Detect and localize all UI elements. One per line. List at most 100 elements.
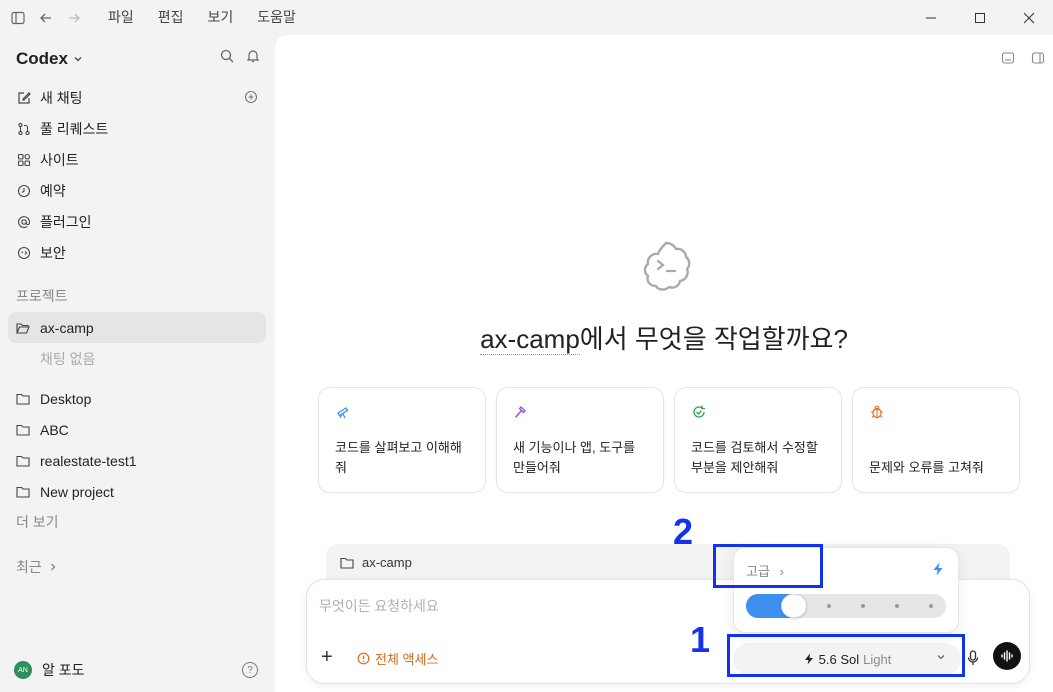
project-item[interactable]: ABC <box>8 414 266 445</box>
back-arrow-icon[interactable] <box>32 4 60 32</box>
shield-icon <box>16 245 32 261</box>
suggestion-card-review[interactable]: 코드를 검토해서 수정할 부분을 제안해줘 <box>674 387 842 493</box>
project-item[interactable]: realestate-test1 <box>8 445 266 476</box>
side-panel-icon[interactable] <box>1031 51 1045 65</box>
folder-icon <box>16 422 32 438</box>
prompt-input[interactable]: 무엇이든 요청하세요 <box>319 596 439 616</box>
sidebar-item-pull-requests[interactable]: 풀 리퀘스트 <box>8 113 266 144</box>
workspace-switcher[interactable]: Codex <box>16 49 84 69</box>
context-project[interactable]: ax-camp <box>340 555 412 570</box>
slider-step <box>861 604 865 608</box>
suggestion-card-build[interactable]: 새 기능이나 앱, 도구를 만들어줘 <box>496 387 664 493</box>
hero-title-text: 에서 무엇을 작업할까요? <box>579 324 848 354</box>
project-list: ax-camp 채팅 없음 <box>8 312 266 374</box>
access-level-button[interactable]: 전체 액세스 <box>357 649 438 668</box>
project-label: realestate-test1 <box>40 452 137 469</box>
grid-icon <box>16 152 32 168</box>
bell-icon[interactable] <box>246 49 260 63</box>
sidebar-item-label: 사이트 <box>40 151 79 168</box>
pull-request-icon <box>16 121 32 137</box>
folder-icon <box>340 557 354 569</box>
telescope-icon <box>337 407 349 419</box>
codex-logo-icon <box>641 239 691 298</box>
main-panel: ax-camp에서 무엇을 작업할까요? 코드를 살펴보고 이해해줘 새 기능이… <box>275 35 1053 692</box>
main-tools <box>1001 51 1045 65</box>
sidebar-item-security[interactable]: 보안 <box>8 237 266 268</box>
menu-edit[interactable]: 편집 <box>146 0 196 35</box>
folder-icon <box>16 484 32 500</box>
brand-name: Codex <box>16 49 68 68</box>
sidebar-item-label: 보안 <box>40 244 66 261</box>
sidebar-item-label: 새 채팅 <box>40 89 83 106</box>
hero-project-name[interactable]: ax-camp <box>480 324 580 355</box>
suggestion-card-fix[interactable]: 문제와 오류를 고쳐줘 <box>852 387 1020 493</box>
sidebar-toggle-icon[interactable] <box>4 4 32 32</box>
page-title: ax-camp에서 무엇을 작업할까요? <box>275 319 1053 356</box>
sidebar-item-schedule[interactable]: 예약 <box>8 175 266 206</box>
menu-help[interactable]: 도움말 <box>245 0 308 35</box>
voice-mode-button[interactable] <box>993 642 1021 670</box>
chevron-right-icon <box>50 563 56 571</box>
project-label: ax-camp <box>40 319 94 336</box>
slider-step <box>895 604 899 608</box>
annotation-number-2: 2 <box>673 511 694 552</box>
projects-label: 프로젝트 <box>16 288 68 304</box>
project-item[interactable]: Desktop <box>8 383 266 414</box>
sidebar-tools <box>220 49 260 63</box>
help-icon[interactable]: ? <box>242 662 258 678</box>
sidebar-item-plugins[interactable]: 플러그인 <box>8 206 266 237</box>
menu-view[interactable]: 보기 <box>196 0 246 35</box>
terminal-panel-icon[interactable] <box>1001 51 1015 65</box>
recent-label: 최근 <box>16 559 42 575</box>
sidebar-nav: 새 채팅 풀 리퀘스트 사이트 예약 플러그인 보안 <box>8 82 266 268</box>
annotation-number-1: 1 <box>690 619 711 660</box>
user-profile[interactable]: AN 알 포도 <box>14 660 85 680</box>
slider-thumb[interactable] <box>781 594 807 618</box>
waveform-icon <box>1001 650 1013 662</box>
menu-bar: 파일 편집 보기 도움말 <box>96 0 308 35</box>
show-more-link[interactable]: 더 보기 <box>16 512 59 532</box>
close-icon[interactable] <box>1004 0 1053 35</box>
title-bar: 파일 편집 보기 도움말 <box>0 0 1053 35</box>
hammer-icon <box>515 406 526 418</box>
project-item-active[interactable]: ax-camp <box>8 312 266 343</box>
project-item[interactable]: New project <box>8 476 266 507</box>
forward-arrow-icon[interactable] <box>60 4 88 32</box>
slider-step <box>827 604 831 608</box>
sidebar-item-label: 예약 <box>40 182 66 199</box>
context-project-label: ax-camp <box>362 555 412 570</box>
maximize-icon[interactable] <box>955 0 1004 35</box>
add-attachment-button[interactable]: + <box>321 646 333 669</box>
annotation-box-advanced <box>713 544 823 588</box>
slider-step <box>929 604 933 608</box>
sidebar: Codex 새 채팅 풀 리퀘스트 사이트 예약 플러그인 보안 프로젝트 ax… <box>0 35 274 692</box>
search-icon[interactable] <box>220 49 234 63</box>
warning-circle-icon <box>357 652 370 665</box>
project-label: Desktop <box>40 390 92 407</box>
clock-icon <box>16 183 32 199</box>
card-text: 코드를 검토해서 수정할 부분을 제안해줘 <box>691 440 818 475</box>
folder-icon <box>16 453 32 469</box>
project-label: ABC <box>40 421 69 438</box>
bolt-icon <box>933 562 943 576</box>
sidebar-item-label: 풀 리퀘스트 <box>40 120 109 137</box>
add-circle-icon[interactable] <box>244 90 258 107</box>
sidebar-item-new-chat[interactable]: 새 채팅 <box>8 82 266 113</box>
project-label: New project <box>40 483 114 500</box>
edit-icon <box>16 90 32 106</box>
annotation-box-model <box>727 634 965 677</box>
suggestion-cards: 코드를 살펴보고 이해해줘 새 기능이나 앱, 도구를 만들어줘 코드를 검토해… <box>318 387 1020 493</box>
access-level-label: 전체 액세스 <box>375 652 439 667</box>
other-projects: Desktop ABC realestate-test1 New project <box>8 383 266 507</box>
card-text: 코드를 살펴보고 이해해줘 <box>335 440 462 475</box>
bug-icon <box>871 405 883 419</box>
empty-chats-text: 채팅 없음 <box>40 350 96 367</box>
microphone-icon[interactable] <box>967 650 979 671</box>
recent-section[interactable]: 최근 <box>16 557 58 577</box>
sidebar-item-label: 플러그인 <box>40 213 92 230</box>
reasoning-slider[interactable] <box>746 594 946 618</box>
sidebar-item-sites[interactable]: 사이트 <box>8 144 266 175</box>
minimize-icon[interactable] <box>906 0 955 35</box>
suggestion-card-explore[interactable]: 코드를 살펴보고 이해해줘 <box>318 387 486 493</box>
menu-file[interactable]: 파일 <box>96 0 146 35</box>
